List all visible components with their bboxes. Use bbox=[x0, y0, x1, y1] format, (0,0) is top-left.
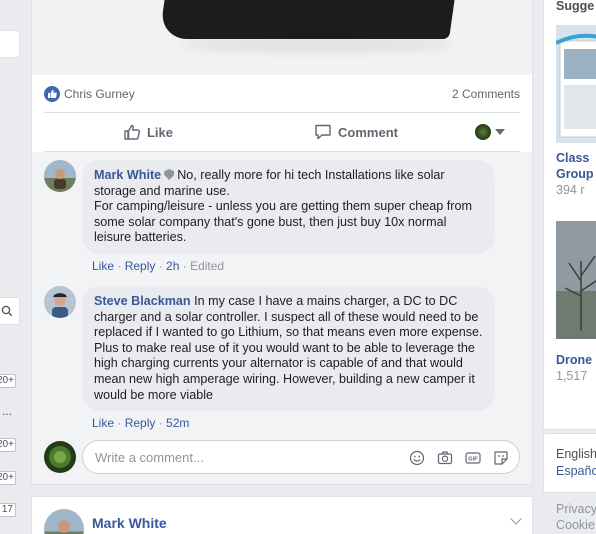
comment-like-link[interactable]: Like bbox=[92, 259, 114, 273]
comment-reply-link[interactable]: Reply bbox=[125, 259, 156, 273]
avatar[interactable] bbox=[44, 441, 76, 473]
post-as-selector[interactable] bbox=[460, 124, 520, 140]
suggested-subtitle[interactable]: Group bbox=[556, 167, 594, 181]
chevron-down-icon bbox=[495, 129, 505, 135]
suggested-count: 394 r bbox=[556, 183, 585, 197]
cookies-link[interactable]: Cookie bbox=[556, 518, 595, 532]
suggested-title[interactable]: Drone bbox=[556, 353, 592, 367]
camera-icon[interactable] bbox=[437, 450, 453, 466]
comment-author[interactable]: Mark White bbox=[94, 168, 161, 182]
suggested-header: Sugge bbox=[556, 0, 595, 13]
comment-author[interactable]: Steve Blackman bbox=[94, 294, 191, 308]
comment-meta: Like · Reply · 52m bbox=[92, 416, 190, 430]
comment-bubble: Mark White No, really more for hi tech In… bbox=[82, 160, 495, 254]
comment-bubble: Steve Blackman In my case I have a mains… bbox=[82, 286, 495, 412]
svg-text:GIF: GIF bbox=[468, 457, 478, 463]
comment-meta: Like · Reply · 2h · Edited bbox=[92, 259, 225, 273]
comment-composer: Write a comment... GIF bbox=[44, 440, 520, 474]
post-author[interactable]: Mark White bbox=[92, 515, 167, 531]
comment-reply-link[interactable]: Reply bbox=[125, 416, 156, 430]
language-link[interactable]: Españo bbox=[556, 464, 596, 478]
post-image[interactable] bbox=[32, 0, 532, 75]
comment-text: In my case I have a mains charger, a DC … bbox=[94, 294, 483, 402]
comment-label: Comment bbox=[338, 124, 398, 140]
privacy-link[interactable]: Privacy bbox=[556, 502, 596, 516]
chevron-down-icon[interactable] bbox=[510, 513, 522, 525]
reactions-summary[interactable]: Chris Gurney bbox=[44, 86, 135, 102]
comments-section: Mark White No, really more for hi tech In… bbox=[32, 152, 532, 484]
left-rail: 20+ ... 20+ 20+ 17 bbox=[0, 0, 20, 534]
gif-icon[interactable]: GIF bbox=[465, 450, 481, 466]
suggested-title[interactable]: Class bbox=[556, 151, 589, 165]
comment-text-continued: For camping/leisure - unless you are get… bbox=[94, 199, 472, 245]
edited-label[interactable]: Edited bbox=[190, 259, 224, 273]
sticker-icon[interactable] bbox=[493, 450, 509, 466]
comment-time[interactable]: 2h bbox=[166, 259, 179, 273]
like-label: Like bbox=[146, 124, 173, 140]
avatar[interactable] bbox=[44, 160, 76, 192]
post-card: Chris Gurney 2 Comments Like Comment Mar… bbox=[31, 0, 533, 485]
count-badge[interactable]: 17 bbox=[0, 503, 16, 517]
more-dots[interactable]: ... bbox=[2, 404, 12, 418]
count-badge[interactable]: 20+ bbox=[0, 438, 16, 452]
emoji-icon[interactable] bbox=[409, 450, 425, 466]
reaction-name[interactable]: Chris Gurney bbox=[64, 87, 135, 101]
count-badge[interactable]: 20+ bbox=[0, 471, 16, 485]
count-badge[interactable]: 20+ bbox=[0, 374, 16, 388]
comment-input[interactable]: Write a comment... GIF bbox=[82, 440, 520, 474]
avatar[interactable] bbox=[44, 509, 84, 534]
comment-icon bbox=[315, 124, 331, 140]
suggested-count: 1,517 bbox=[556, 369, 588, 383]
page-avatar bbox=[475, 124, 491, 140]
comment-time[interactable]: 52m bbox=[166, 416, 189, 430]
avatar[interactable] bbox=[44, 286, 76, 318]
comment-button[interactable]: Comment bbox=[252, 123, 460, 141]
suggested-image[interactable] bbox=[556, 25, 596, 143]
thumbs-up-icon bbox=[124, 124, 141, 140]
next-post-card: Mark White bbox=[31, 496, 533, 534]
composer-icons: GIF bbox=[409, 450, 509, 466]
action-bar: Like Comment bbox=[44, 112, 520, 152]
product-shadow bbox=[182, 37, 452, 53]
shield-icon bbox=[164, 169, 175, 180]
reactions-row: Chris Gurney 2 Comments bbox=[44, 83, 520, 105]
comment-input-placeholder: Write a comment... bbox=[95, 449, 204, 465]
left-search-box[interactable] bbox=[0, 297, 20, 325]
comment: Steve Blackman In my case I have a mains… bbox=[44, 286, 495, 412]
comment-like-link[interactable]: Like bbox=[92, 416, 114, 430]
comment: Mark White No, really more for hi tech In… bbox=[44, 160, 495, 254]
language-link[interactable]: English bbox=[556, 447, 596, 461]
search-icon bbox=[1, 305, 13, 317]
left-rail-box[interactable] bbox=[0, 30, 20, 58]
suggested-image[interactable] bbox=[556, 221, 596, 339]
product-box-image bbox=[159, 0, 455, 39]
like-reaction-icon bbox=[44, 86, 60, 102]
suggested-panel: Sugge Class Group 394 r Drone 1,517 bbox=[543, 0, 596, 430]
comment-count-link[interactable]: 2 Comments bbox=[452, 87, 520, 101]
language-panel: English Españo bbox=[543, 433, 596, 493]
like-button[interactable]: Like bbox=[44, 123, 252, 141]
